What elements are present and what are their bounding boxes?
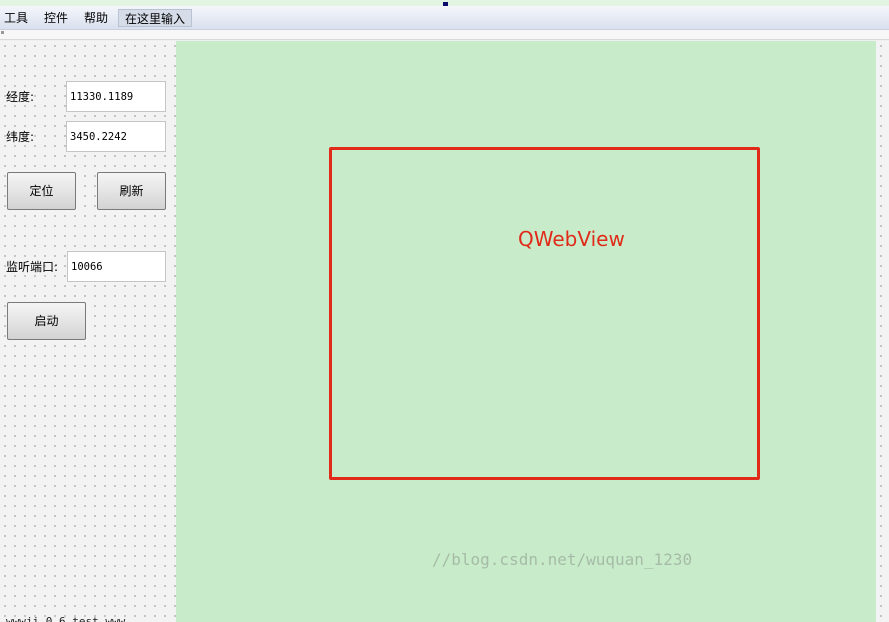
- longitude-label: 经度:: [6, 90, 35, 104]
- latitude-input[interactable]: [66, 121, 166, 152]
- bottom-label: wwwji 0.6 test www: [6, 615, 126, 622]
- locate-button[interactable]: 定位: [7, 172, 76, 210]
- listen-port-label: 监听端口:: [6, 260, 59, 274]
- control-panel: 经度: 纬度: 定位 刷新 监听端口: 启动 wwwji 0.6 test ww…: [0, 41, 176, 622]
- webview-label: QWebView: [518, 227, 625, 251]
- right-edge-strip: [876, 41, 889, 622]
- refresh-button[interactable]: 刷新: [97, 172, 166, 210]
- webview-frame: [329, 147, 760, 480]
- menu-help[interactable]: 帮助: [84, 10, 108, 26]
- longitude-input[interactable]: [66, 81, 166, 112]
- menubar: 工具 控件 帮助 在这里输入: [0, 6, 889, 30]
- menu-controls[interactable]: 控件: [44, 10, 68, 26]
- start-button[interactable]: 启动: [7, 302, 86, 340]
- watermark: //blog.csdn.net/wuquan_1230: [432, 550, 693, 569]
- menu-tools[interactable]: 工具: [4, 10, 28, 26]
- webview-area[interactable]: QWebView: [176, 41, 876, 622]
- toolbar-strip: [0, 30, 889, 40]
- listen-port-input[interactable]: [67, 251, 166, 282]
- menu-type-here[interactable]: 在这里输入: [118, 9, 193, 27]
- grip-icon: [1, 31, 4, 34]
- latitude-label: 纬度:: [6, 130, 35, 144]
